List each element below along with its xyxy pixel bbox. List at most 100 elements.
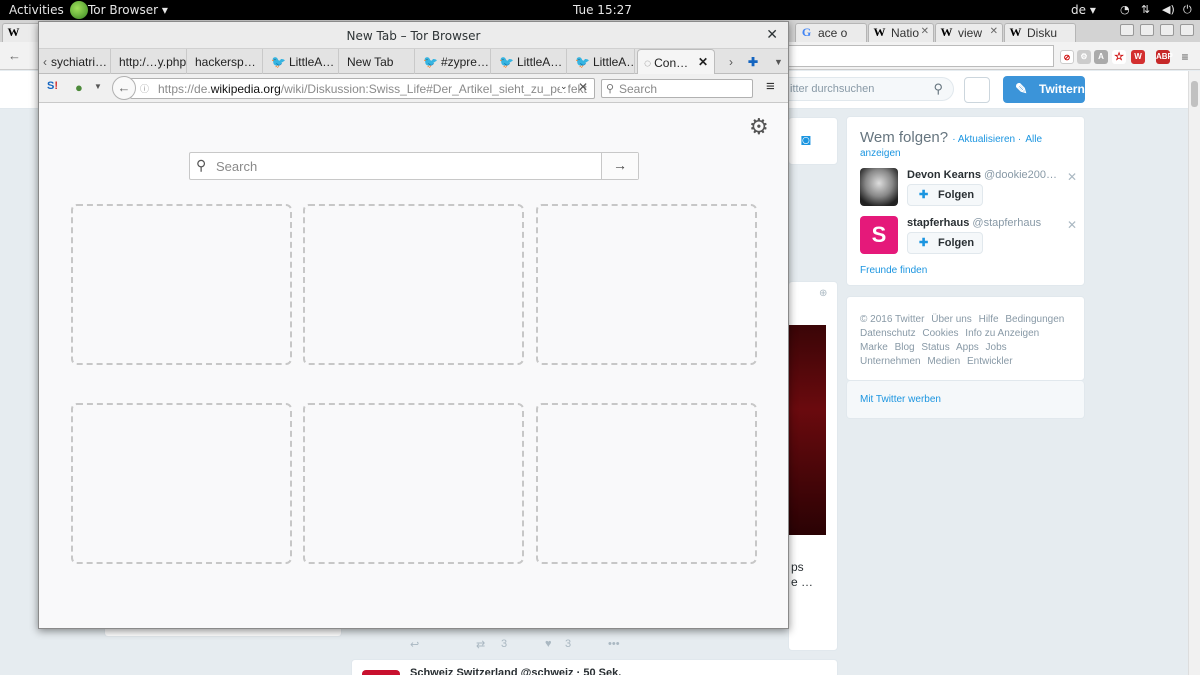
browser-tab[interactable]: sychiatri…	[51, 49, 111, 74]
browser-tab[interactable]: 🐦 LittleA…	[265, 49, 339, 74]
back-arrow-icon[interactable]: ←	[8, 48, 21, 63]
url-bar[interactable]: https://de.wikipedia.org/wiki/Diskussion…	[130, 78, 595, 99]
translate-icon[interactable]: A	[1094, 50, 1108, 64]
search-icon[interactable]: ⚲	[933, 81, 943, 97]
view-all-link[interactable]: Alle	[1025, 134, 1042, 145]
avatar[interactable]	[362, 670, 400, 675]
search-go-button[interactable]: →	[601, 153, 638, 179]
close-tab-icon[interactable]: ✕	[921, 26, 929, 37]
list-all-tabs-icon[interactable]: ▼	[774, 57, 783, 67]
browser-tab[interactable]: 🐦 LittleA…	[569, 49, 635, 74]
dismiss-icon[interactable]: ✕	[1067, 218, 1077, 232]
empty-site-tile[interactable]	[303, 204, 524, 365]
more-icon[interactable]: •••	[608, 638, 620, 650]
activities-button[interactable]: Activities	[9, 3, 64, 17]
background-tab[interactable]: W Disku	[1004, 23, 1076, 42]
chevron-down-icon[interactable]: ▼	[94, 82, 102, 91]
menu-icon[interactable]: ≡	[1178, 50, 1192, 64]
empty-site-tile[interactable]	[71, 403, 292, 564]
stop-loading-icon[interactable]: ✕	[578, 80, 588, 94]
browser-tab[interactable]: New Tab	[341, 49, 415, 74]
tweet-button[interactable]: ✎ Twittern	[1003, 76, 1085, 103]
browser-tab[interactable]: http:/…y.php	[113, 49, 187, 74]
scroll-tabs-left-icon[interactable]: ‹	[43, 55, 47, 69]
close-window-icon[interactable]: ✕	[766, 27, 778, 43]
scrollbar-thumb[interactable]	[1191, 81, 1198, 107]
newtab-search-input[interactable]: ⚲ Search →	[189, 152, 639, 180]
power-icon[interactable]: ⏻	[1183, 3, 1192, 17]
hamburger-menu-icon[interactable]: ≡	[766, 78, 775, 95]
new-tab-plus-icon[interactable]: ✚	[748, 55, 758, 69]
background-tab[interactable]: G ace o	[795, 23, 867, 42]
block-icon[interactable]: ⊘	[1060, 50, 1074, 64]
noscript-icon[interactable]: S!	[47, 80, 58, 92]
close-window-icon[interactable]	[1180, 24, 1194, 36]
back-button[interactable]: ←	[112, 76, 136, 100]
volume-icon[interactable]: ◀)	[1162, 3, 1175, 16]
maximize-icon[interactable]	[1160, 24, 1174, 36]
browser-tab[interactable]: hackersp…	[189, 49, 263, 74]
background-omnibox[interactable]	[786, 45, 1054, 67]
app-menu[interactable]: Tor Browser ▾	[88, 3, 168, 17]
browser-tab-active[interactable]: ◌ Con… ✕	[637, 49, 715, 75]
minimize-icon[interactable]	[1140, 24, 1154, 36]
network-icon[interactable]: ⇅	[1141, 3, 1150, 16]
gear-icon[interactable]: ⚙	[749, 114, 769, 140]
wifi-icon[interactable]: ◔	[1120, 3, 1130, 16]
user-name[interactable]: stapferhaus	[907, 217, 969, 229]
refresh-link[interactable]: · Aktualisieren ·	[952, 134, 1021, 145]
background-tab[interactable]: W view ✕	[935, 23, 1003, 42]
camera-icon[interactable]: ◙	[801, 132, 811, 150]
footer-link[interactable]: Hilfe	[979, 314, 999, 325]
background-tab[interactable]: W Natio ✕	[868, 23, 934, 42]
twitter-search-input[interactable]: itter durchsuchen ⚲	[786, 77, 954, 101]
footer-link[interactable]: © 2016 Twitter	[860, 314, 924, 325]
user-name[interactable]: Devon Kearns	[907, 169, 981, 181]
close-tab-icon[interactable]: ✕	[698, 55, 708, 69]
browser-tab[interactable]: 🐦 #zypre…	[417, 49, 491, 74]
keyboard-layout-indicator[interactable]: de ▾	[1071, 3, 1096, 17]
settings-extension-icon[interactable]: ⚙	[1077, 50, 1091, 64]
footer-link[interactable]: Jobs	[986, 342, 1007, 353]
avatar[interactable]	[964, 77, 990, 103]
footer-link[interactable]: Blog	[895, 342, 915, 353]
view-all-link[interactable]: anzeigen	[860, 148, 901, 159]
star-icon[interactable]: ☆	[1112, 50, 1126, 64]
url-dropdown-chevron-icon[interactable]: ⌄	[560, 81, 568, 92]
page-scrollbar[interactable]	[1188, 71, 1200, 675]
window-titlebar[interactable]: New Tab – Tor Browser ✕	[39, 22, 788, 49]
scroll-tabs-right-icon[interactable]: ›	[729, 55, 733, 69]
tor-onion-icon[interactable]: ●	[75, 80, 83, 95]
close-tab-icon[interactable]: ✕	[990, 26, 998, 37]
empty-site-tile[interactable]	[303, 403, 524, 564]
user-profile-icon[interactable]	[1120, 24, 1134, 36]
empty-site-tile[interactable]	[536, 204, 757, 365]
empty-site-tile[interactable]	[71, 204, 292, 365]
empty-site-tile[interactable]	[536, 403, 757, 564]
footer-link[interactable]: Status	[921, 342, 949, 353]
avatar[interactable]	[860, 168, 898, 206]
follow-button[interactable]: ✚ Folgen	[907, 184, 983, 206]
footer-link[interactable]: Über uns	[931, 314, 972, 325]
adblock-icon[interactable]: ABP	[1156, 50, 1173, 64]
footer-link[interactable]: Medien	[927, 356, 960, 367]
clock[interactable]: Tue 15:27	[573, 3, 632, 17]
like-icon[interactable]: ♥	[545, 638, 552, 650]
dismiss-icon[interactable]: ✕	[1067, 170, 1077, 184]
tweet-author[interactable]: Schweiz Switzerland @schweiz · 50 Sek.	[410, 667, 621, 675]
follow-button[interactable]: ✚ Folgen	[907, 232, 983, 254]
footer-link[interactable]: Unternehmen	[860, 356, 921, 367]
find-friends-link[interactable]: Freunde finden	[860, 265, 927, 276]
footer-link[interactable]: Entwickler	[967, 356, 1013, 367]
browser-tab[interactable]: 🐦 LittleA…	[493, 49, 567, 74]
web-of-trust-icon[interactable]: W	[1131, 50, 1145, 64]
footer-link[interactable]: Apps	[956, 342, 979, 353]
footer-link[interactable]: Info zu Anzeigen	[965, 328, 1039, 339]
reply-icon[interactable]: ↩	[410, 638, 419, 651]
footer-link[interactable]: Marke	[860, 342, 888, 353]
stapferhaus-logo[interactable]: S	[860, 216, 898, 254]
background-tab[interactable]: W	[2, 23, 42, 42]
footer-link[interactable]: Bedingungen	[1005, 314, 1064, 325]
tweet-media-image[interactable]	[788, 325, 826, 535]
footer-link[interactable]: Datenschutz	[860, 328, 916, 339]
